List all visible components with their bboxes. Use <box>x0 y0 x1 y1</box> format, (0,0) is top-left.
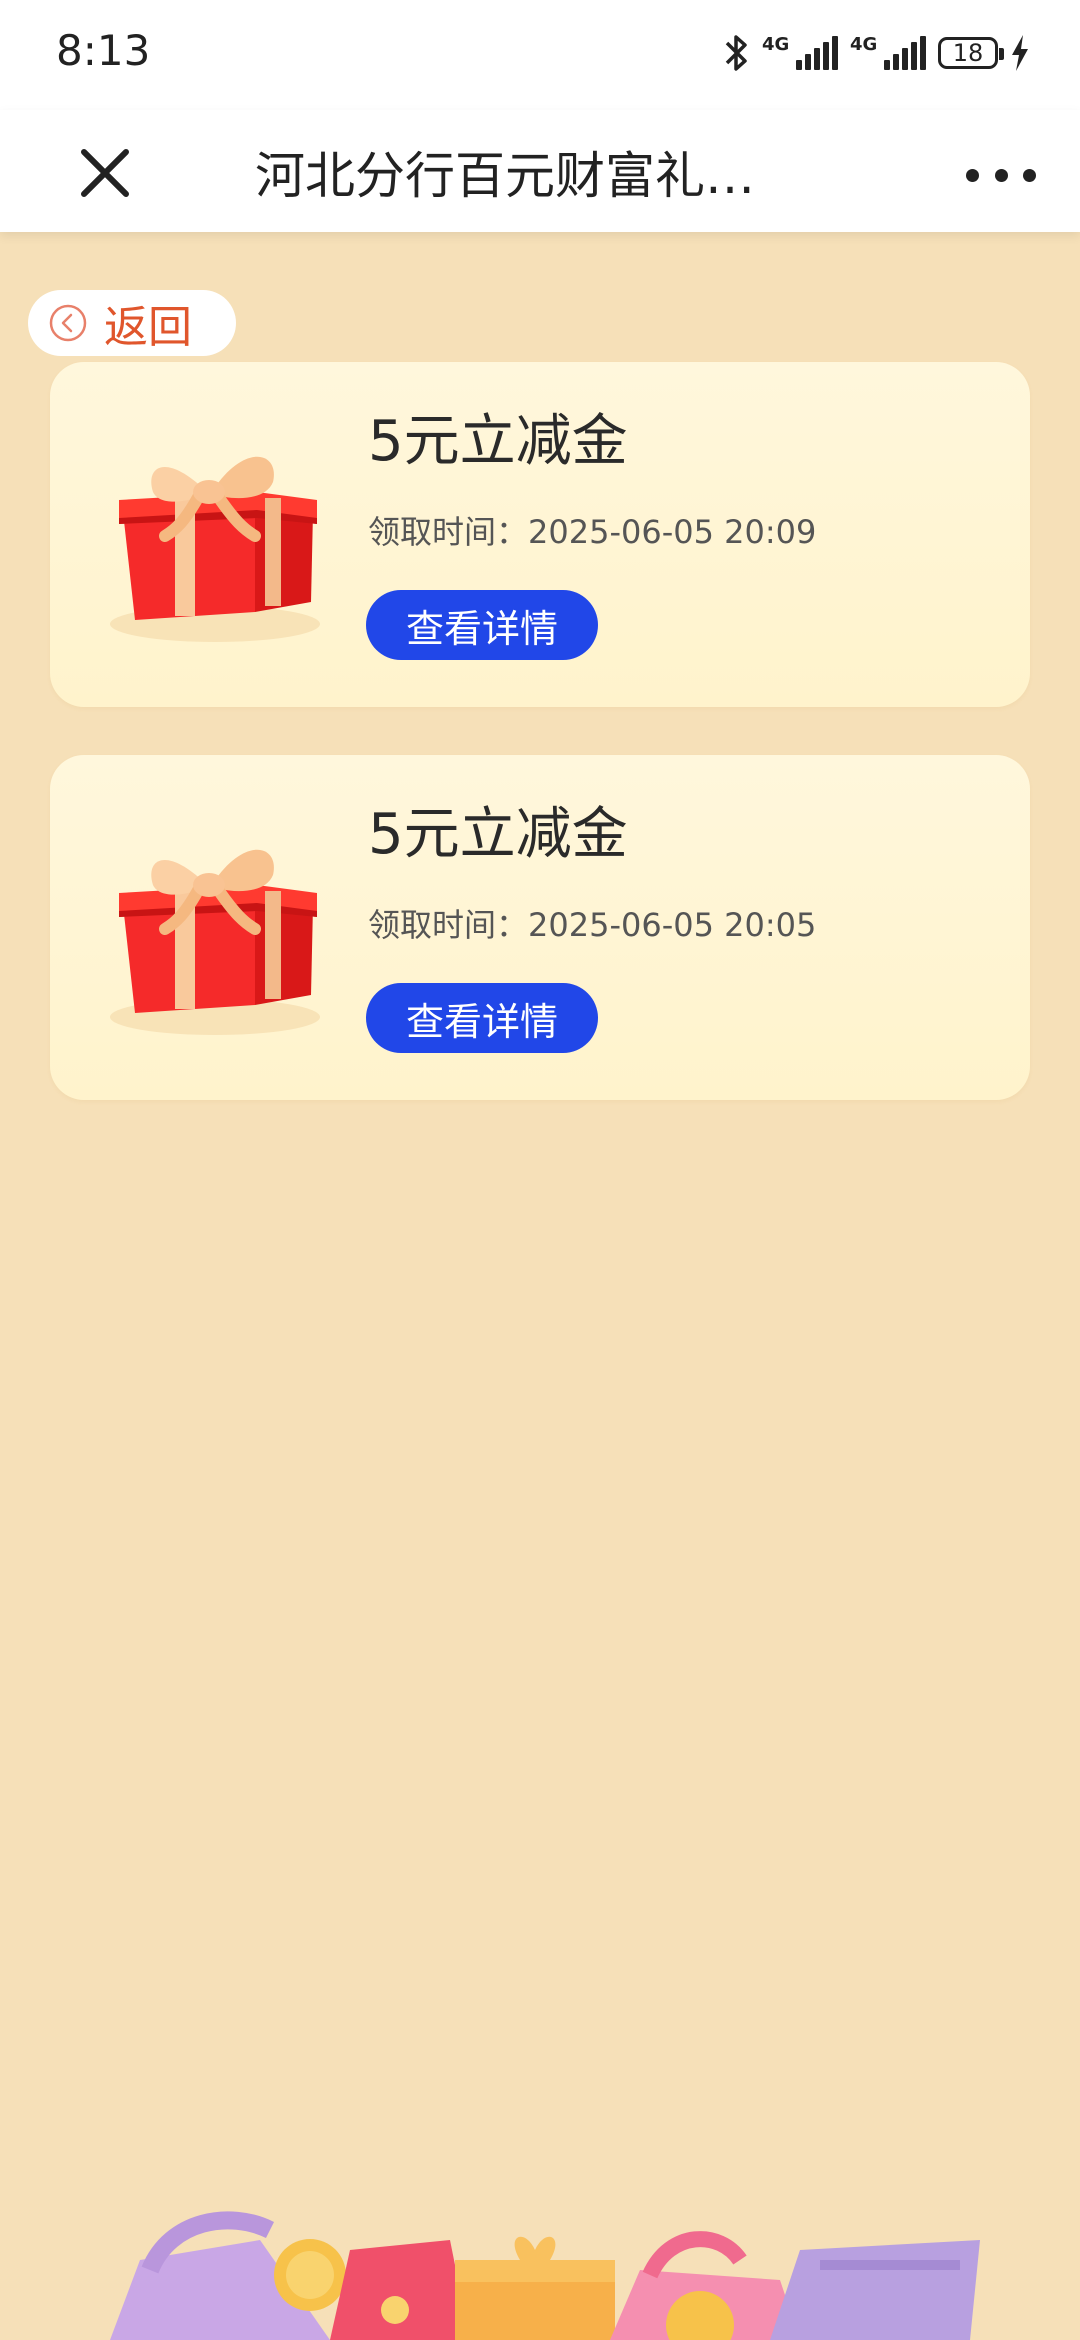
title-bar: 河北分行百元财富礼… <box>0 110 1080 232</box>
coupon-card: 5元立减金 领取时间：2025-06-05 20:09 查看详情 <box>50 362 1030 707</box>
view-details-button[interactable]: 查看详情 <box>366 983 598 1053</box>
view-details-button[interactable]: 查看详情 <box>366 590 598 660</box>
back-button[interactable]: 返回 <box>28 290 236 356</box>
status-icons: 4G 4G 18 <box>724 30 1030 76</box>
close-icon[interactable] <box>70 138 140 208</box>
cell-signal-icon: 4G <box>762 34 838 70</box>
battery-level: 18 <box>952 39 984 67</box>
coupon-card: 5元立减金 领取时间：2025-06-05 20:05 查看详情 <box>50 755 1030 1100</box>
back-label: 返回 <box>104 302 192 353</box>
chevron-left-circle-icon <box>49 304 87 342</box>
status-bar: 8:13 4G 4G 18 <box>0 0 1080 110</box>
claim-time: 领取时间：2025-06-05 20:09 <box>368 513 817 551</box>
gift-box-icon <box>110 456 320 642</box>
bluetooth-icon <box>725 35 747 71</box>
network-type-label: 4G <box>762 34 790 55</box>
gift-box-icon <box>110 849 320 1035</box>
page-title: 河北分行百元财富礼… <box>255 147 755 205</box>
coupon-title: 5元立减金 <box>368 409 628 474</box>
status-time: 8:13 <box>56 26 151 75</box>
network-type-label: 4G <box>850 34 878 55</box>
more-options-icon[interactable] <box>966 150 1036 200</box>
battery-icon: 18 <box>938 37 1004 69</box>
charging-icon <box>1012 35 1028 71</box>
coupon-title: 5元立减金 <box>368 802 628 867</box>
gifts-decoration-illustration <box>110 2211 980 2340</box>
claim-time: 领取时间：2025-06-05 20:05 <box>368 906 817 944</box>
cell-signal-icon: 4G <box>850 34 926 70</box>
